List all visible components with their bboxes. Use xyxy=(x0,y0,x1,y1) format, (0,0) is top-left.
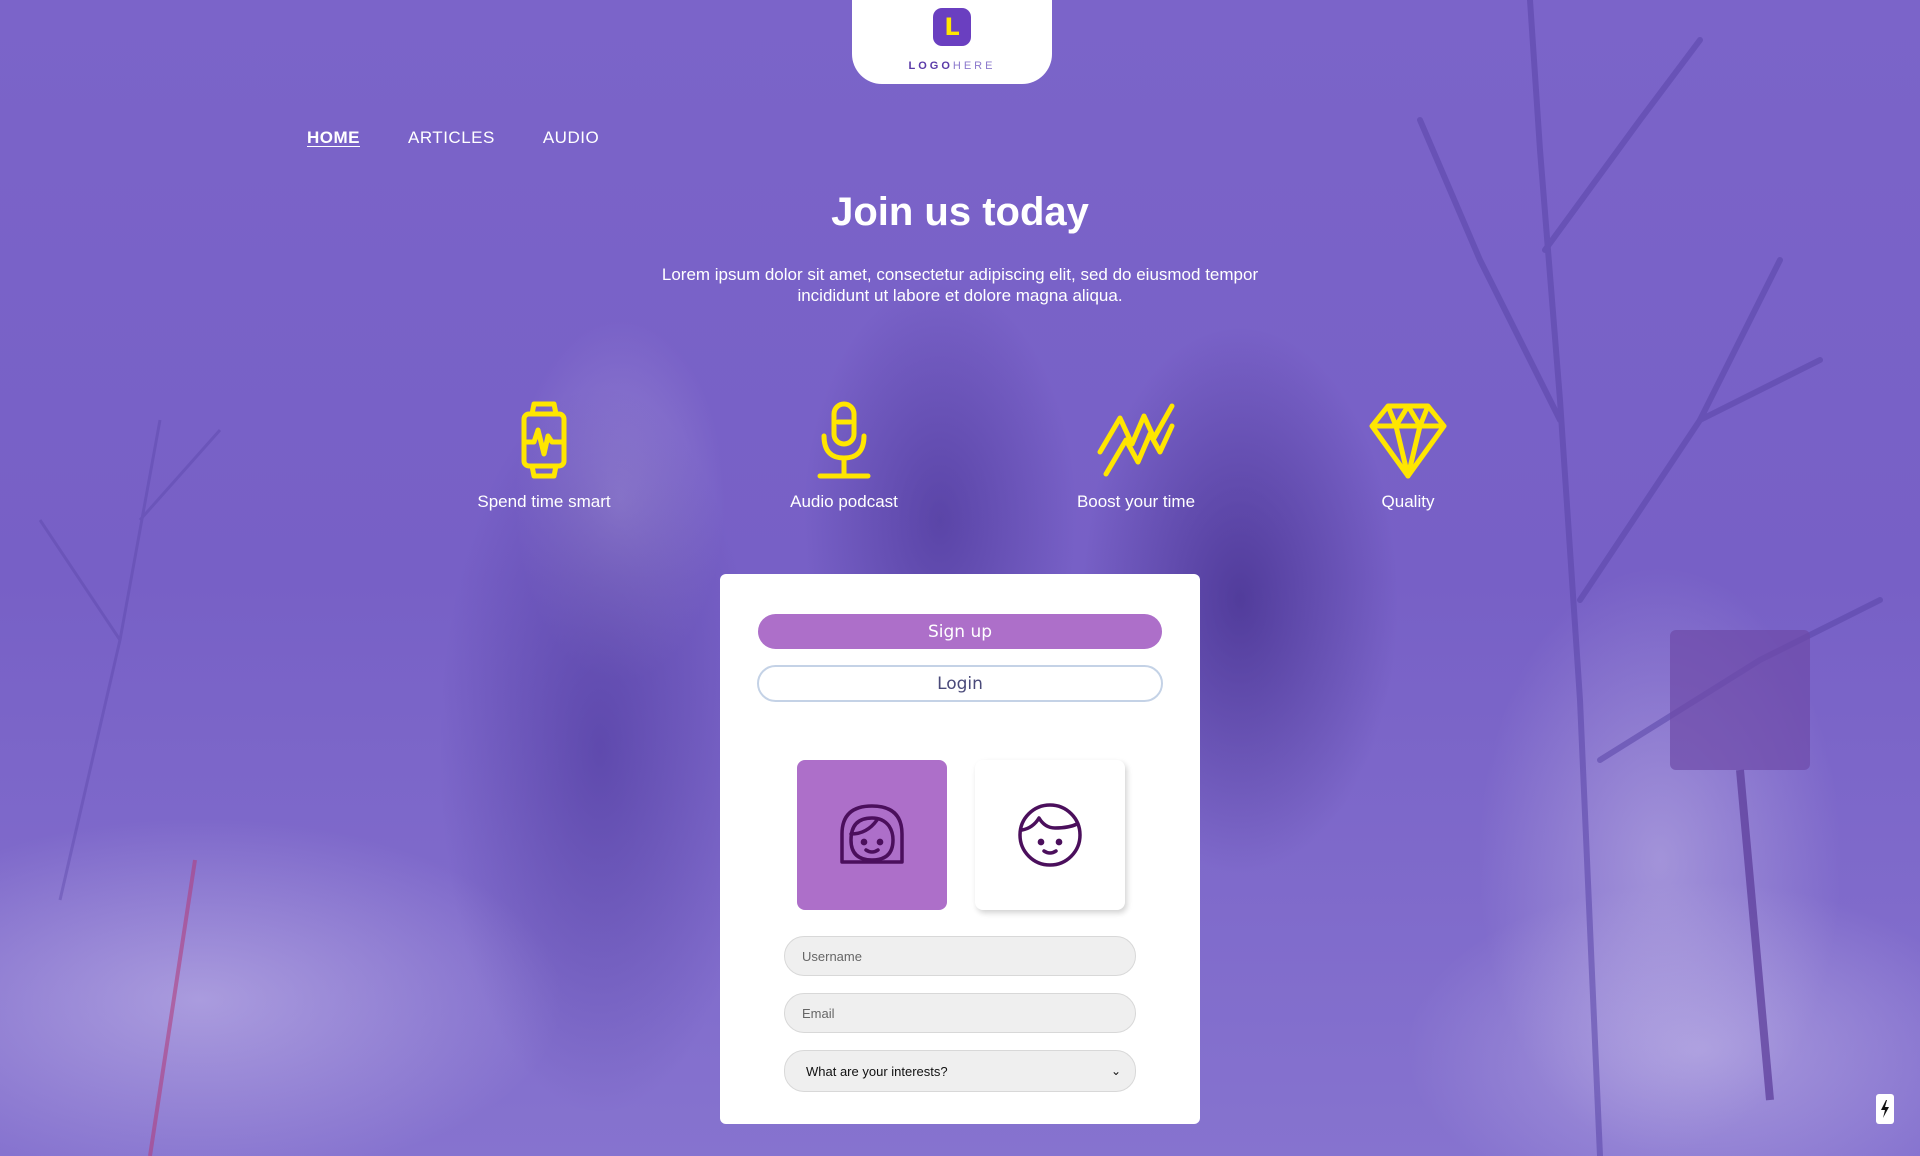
feature-boost-your-time: Boost your time xyxy=(1036,400,1236,512)
logo-mark: L xyxy=(933,8,971,46)
trend-lines-icon xyxy=(1097,403,1175,477)
hero-title-text: Join us today xyxy=(831,190,1089,234)
microphone-icon xyxy=(817,401,871,479)
feature-label: Boost your time xyxy=(1076,492,1196,511)
male-avatar-icon xyxy=(1018,803,1082,867)
nav-audio[interactable]: AUDIO xyxy=(543,128,599,148)
feature-audio-podcast: Audio podcast xyxy=(744,400,944,512)
signup-button[interactable]: Sign up xyxy=(758,614,1162,649)
logo-text-bold: LOGO xyxy=(908,60,953,72)
smartwatch-icon xyxy=(521,401,567,479)
nav-home[interactable]: HOME xyxy=(307,128,360,148)
logo[interactable]: L LOGOHERE xyxy=(852,0,1052,84)
lightning-icon[interactable] xyxy=(1876,1094,1894,1124)
avatar-option-female[interactable] xyxy=(797,760,947,910)
chevron-down-icon: ⌄ xyxy=(1110,1064,1121,1078)
feature-label: Audio podcast xyxy=(790,492,898,511)
diamond-icon xyxy=(1369,403,1447,479)
interests-select[interactable]: What are your interests? ⌄ xyxy=(784,1050,1136,1092)
lightning-glyph xyxy=(1881,1100,1889,1118)
login-button[interactable]: Login xyxy=(757,665,1163,702)
hero-subtitle: Lorem ipsum dolor sit amet, consectetur … xyxy=(661,265,1259,305)
female-avatar-icon xyxy=(840,804,904,864)
hero-title: Join us today xyxy=(0,190,1920,235)
avatar-option-male[interactable] xyxy=(975,760,1125,910)
signup-card: Sign up Login What are xyxy=(720,574,1200,1124)
feature-spend-time-smart: Spend time smart xyxy=(444,400,644,512)
username-field[interactable] xyxy=(784,936,1136,976)
feature-label: Spend time smart xyxy=(477,492,611,511)
interests-select-value: What are your interests? xyxy=(806,1063,948,1079)
email-field[interactable] xyxy=(784,993,1136,1033)
feature-quality: Quality xyxy=(1308,400,1508,512)
logo-text-light: HERE xyxy=(952,60,996,72)
logo-text: LOGOHERE xyxy=(909,60,996,72)
nav-articles[interactable]: ARTICLES xyxy=(408,128,495,148)
main-nav: HOME ARTICLES AUDIO xyxy=(307,128,599,148)
feature-label: Quality xyxy=(1381,492,1435,511)
